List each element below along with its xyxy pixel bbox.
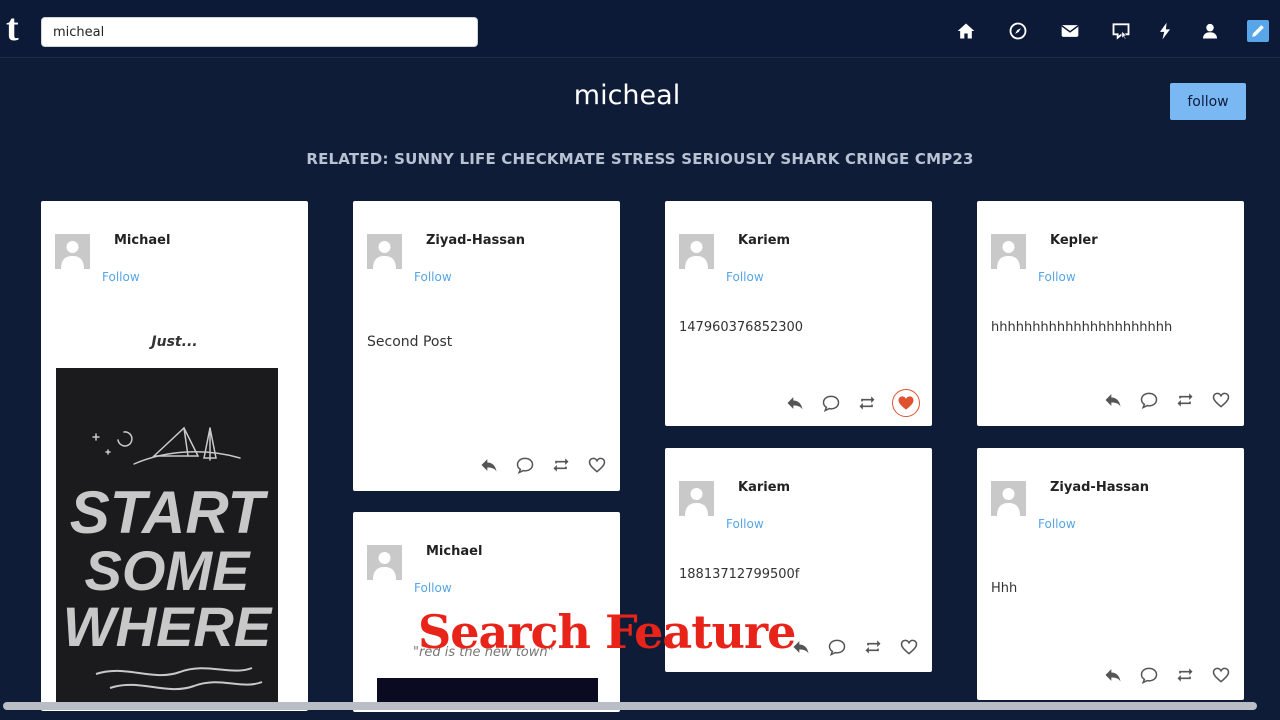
reblog-icon[interactable] [1174, 664, 1196, 686]
post-author[interactable]: Michael [114, 233, 170, 248]
post-author[interactable]: Kariem [738, 233, 790, 248]
comment-icon[interactable] [820, 392, 842, 414]
comment-icon[interactable] [1138, 664, 1160, 686]
chat-icon[interactable] [1110, 20, 1132, 42]
reply-icon[interactable] [478, 454, 500, 476]
post-follow-link[interactable]: Follow [414, 270, 452, 284]
compass-icon[interactable] [1007, 20, 1029, 42]
avatar[interactable] [55, 234, 90, 269]
post-follow-link[interactable]: Follow [726, 270, 764, 284]
post-follow-link[interactable]: Follow [1038, 270, 1076, 284]
account-icon[interactable] [1199, 20, 1221, 42]
poster-word-3: WHERE [63, 595, 273, 658]
post-author[interactable]: Kepler [1050, 233, 1098, 248]
reblog-icon[interactable] [862, 636, 884, 658]
reblog-icon[interactable] [1174, 389, 1196, 411]
heart-icon[interactable] [586, 454, 608, 476]
search-input[interactable] [41, 17, 478, 47]
top-navbar: t [0, 0, 1280, 58]
poster-word-1: START [70, 479, 269, 546]
camping-scene-icon [92, 426, 241, 465]
post-card: Ziyad-Hassan Follow Hhh [977, 448, 1244, 700]
post-text: Hhh [991, 581, 1018, 596]
post-follow-link[interactable]: Follow [726, 517, 764, 531]
reblog-icon[interactable] [550, 454, 572, 476]
post-text: 147960376852300 [679, 320, 804, 335]
poster-word-2: SOME [85, 539, 252, 602]
post-text: 18813712799500f [679, 567, 800, 582]
comment-icon[interactable] [514, 454, 536, 476]
post-actions [1102, 664, 1232, 686]
post-author[interactable]: Michael [426, 544, 482, 559]
post-card: Kepler Follow hhhhhhhhhhhhhhhhhhhhhh [977, 201, 1244, 426]
reply-icon[interactable] [784, 392, 806, 414]
post-author[interactable]: Ziyad-Hassan [1050, 480, 1149, 495]
post-text: Just... [151, 334, 198, 350]
avatar[interactable] [367, 234, 402, 269]
post-actions [478, 454, 608, 476]
edit-icon[interactable] [1247, 20, 1269, 42]
heart-icon[interactable] [898, 636, 920, 658]
post-text: Second Post [367, 334, 453, 350]
post-actions [1102, 389, 1232, 411]
post-follow-link[interactable]: Follow [414, 581, 452, 595]
video-caption: Search Feature [418, 605, 796, 659]
avatar[interactable] [679, 481, 714, 516]
post-card: Ziyad-Hassan Follow Second Post [353, 201, 620, 491]
start-somewhere-image[interactable]: START SOME WHERE [56, 368, 278, 708]
mail-icon[interactable] [1059, 20, 1081, 42]
related-tags[interactable]: RELATED: SUNNY LIFE CHECKMATE STRESS SER… [0, 150, 1280, 168]
follow-button[interactable]: follow [1170, 83, 1246, 120]
post-author[interactable]: Kariem [738, 480, 790, 495]
avatar[interactable] [991, 234, 1026, 269]
horizontal-scrollbar[interactable] [3, 702, 1257, 710]
post-follow-link[interactable]: Follow [1038, 517, 1076, 531]
post-actions [790, 636, 920, 658]
avatar[interactable] [367, 545, 402, 580]
post-text: hhhhhhhhhhhhhhhhhhhhhh [991, 320, 1173, 335]
avatar[interactable] [991, 481, 1026, 516]
reply-icon[interactable] [1102, 664, 1124, 686]
heart-icon[interactable] [1210, 664, 1232, 686]
post-card: Kariem Follow 147960376852300 [665, 201, 932, 426]
page-title: micheal [573, 80, 681, 111]
post-actions [784, 389, 920, 417]
post-card: Michael Follow Just... START SOME WHERE [41, 201, 308, 711]
heart-icon[interactable] [1210, 389, 1232, 411]
reblog-icon[interactable] [856, 392, 878, 414]
reply-icon[interactable] [1102, 389, 1124, 411]
comment-icon[interactable] [826, 636, 848, 658]
post-follow-link[interactable]: Follow [102, 270, 140, 284]
tumblr-logo[interactable]: t [6, 9, 30, 47]
home-icon[interactable] [955, 20, 977, 42]
comment-icon[interactable] [1138, 389, 1160, 411]
avatar[interactable] [679, 234, 714, 269]
lightning-icon[interactable] [1154, 20, 1176, 42]
post-author[interactable]: Ziyad-Hassan [426, 233, 525, 248]
heart-icon-liked[interactable] [892, 389, 920, 417]
wave-icon [95, 667, 253, 677]
